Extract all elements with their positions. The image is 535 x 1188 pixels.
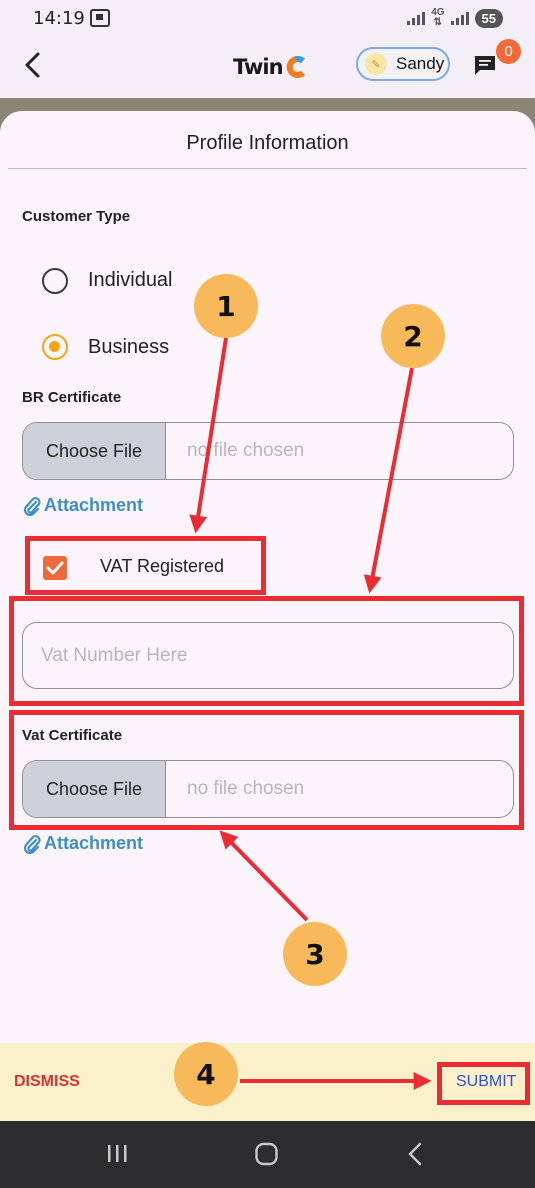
annotation-marker-4: 4	[174, 1042, 238, 1106]
annotation-marker-1: 1	[194, 274, 258, 338]
annotation-marker-2: 2	[381, 304, 445, 368]
annotation-arrow-2	[363, 367, 414, 594]
annotation-arrows	[189, 337, 432, 1090]
annotation-arrow-1	[189, 337, 228, 534]
annotation-marker-3: 3	[283, 922, 347, 986]
annotation-arrow-3	[219, 830, 309, 922]
